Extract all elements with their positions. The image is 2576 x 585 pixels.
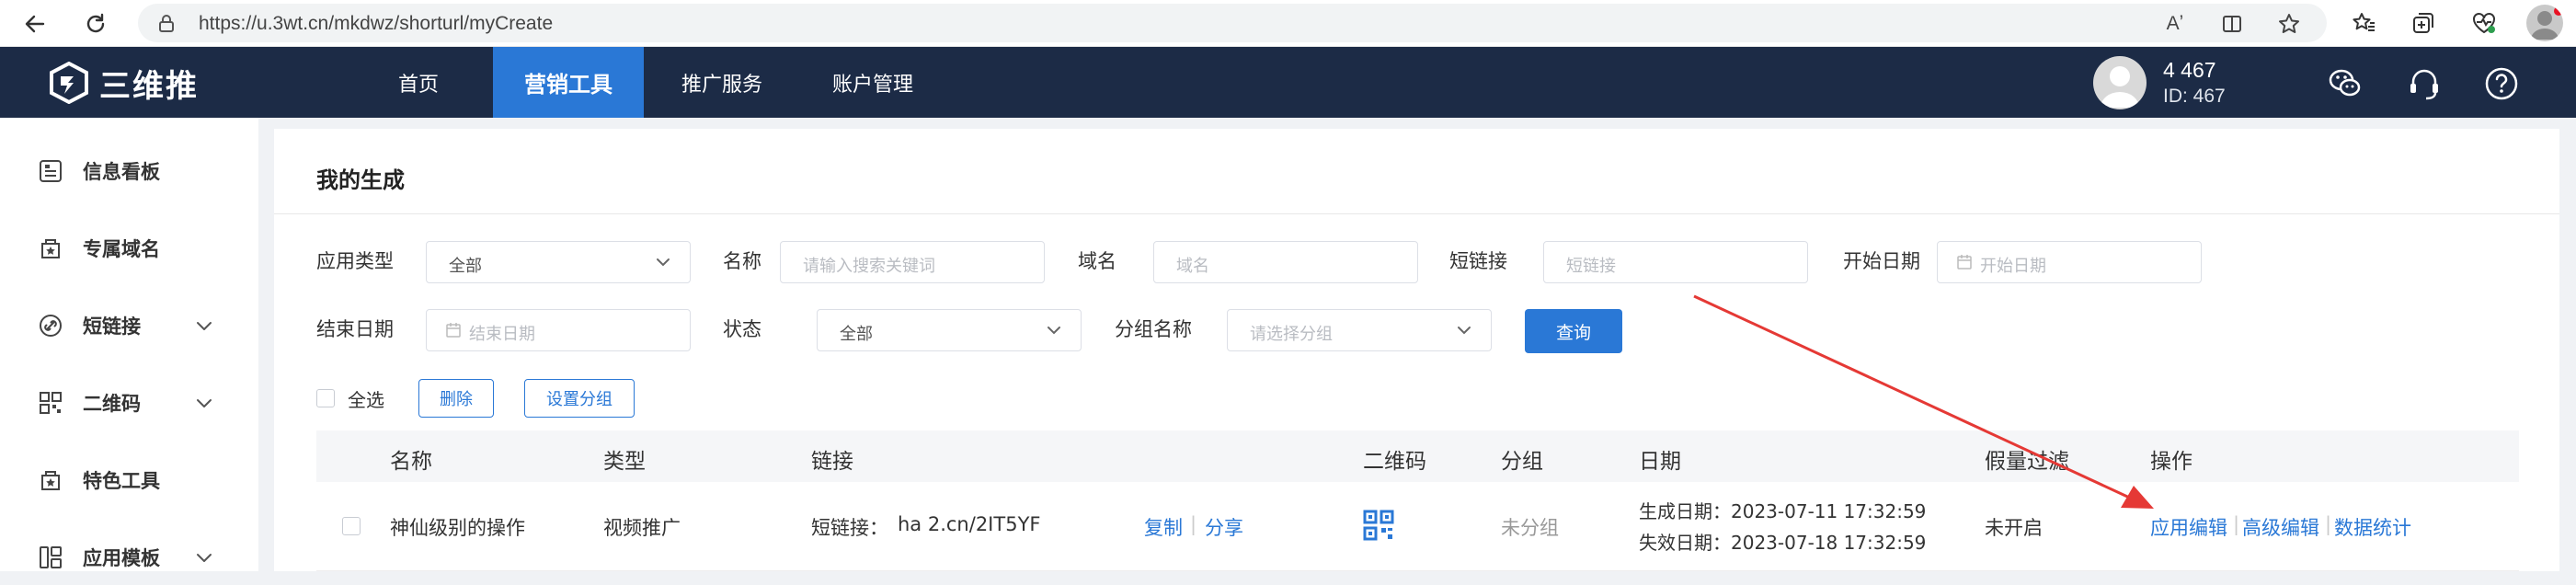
browser-essentials-icon[interactable] (2468, 7, 2500, 39)
logo-mark-icon (50, 62, 88, 104)
sidebar-item-label: 短链接 (83, 315, 141, 338)
advanced-edit-link[interactable]: 高级编辑 (2242, 513, 2319, 541)
copy-link[interactable]: 复制 (1144, 513, 1183, 541)
op-separator: | (2233, 513, 2240, 535)
user-name[interactable]: 4 467 (2163, 58, 2216, 83)
column-header-link: 链接 (811, 450, 853, 474)
table-wrapper: 名称 类型 链接 二维码 分组 日期 假量过滤 操作 神仙级别的操作 视频推广 … (274, 129, 2559, 571)
sidebar-item-app-templates[interactable]: 应用模板 (0, 530, 258, 585)
template-icon (37, 544, 64, 571)
table-header: 名称 类型 链接 二维码 分组 日期 假量过滤 操作 (316, 430, 2519, 482)
user-id: ID: 467 (2163, 86, 2226, 107)
site-logo[interactable]: 三维推 (48, 58, 199, 108)
row-link-prefix: 短链接： (811, 517, 888, 539)
column-header-group: 分组 (1501, 450, 1543, 474)
browser-toolbar: https://u.3wt.cn/mkdwz/shorturl/myCreate… (0, 0, 2576, 47)
row-fake-traffic-filter: 未开启 (1985, 517, 2043, 539)
sidebar-item-dashboard[interactable]: 信息看板 (0, 143, 258, 199)
logo-text: 三维推 (99, 67, 199, 105)
lock-icon[interactable] (156, 13, 177, 33)
nav-promotion-services[interactable]: 推广服务 (662, 47, 782, 118)
favorites-list-icon[interactable] (2348, 7, 2379, 39)
qrcode-icon[interactable] (1363, 510, 1394, 545)
dashboard-icon (37, 157, 64, 185)
app-edit-link[interactable]: 应用编辑 (2150, 513, 2227, 541)
back-icon[interactable] (18, 7, 52, 40)
column-header-type: 类型 (603, 450, 646, 474)
chevron-down-icon[interactable] (193, 392, 215, 414)
nav-marketing-tools[interactable]: 营销工具 (493, 47, 644, 118)
user-avatar[interactable] (2093, 56, 2147, 109)
table-row[interactable]: 神仙级别的操作 视频推广 短链接： ha 2.cn/2IT5YF 复制 | 分享… (316, 484, 2519, 571)
chevron-down-icon[interactable] (193, 546, 215, 568)
column-header-name: 名称 (390, 450, 432, 474)
address-bar[interactable]: https://u.3wt.cn/mkdwz/shorturl/myCreate… (138, 4, 2327, 42)
sidebar-item-label: 应用模板 (83, 547, 160, 569)
chevron-down-icon[interactable] (193, 315, 215, 337)
row-name: 神仙级别的操作 (390, 517, 525, 539)
sidebar-item-label: 信息看板 (83, 161, 160, 183)
row-expire-date: 失效日期：2023-07-18 17:32:59 (1639, 532, 1927, 554)
nav-account-management[interactable]: 账户管理 (813, 47, 933, 118)
row-created-date: 生成日期：2023-07-11 17:32:59 (1639, 500, 1927, 522)
sidebar-item-qrcode[interactable]: 二维码 (0, 375, 258, 430)
share-link[interactable]: 分享 (1205, 513, 1243, 541)
domain-star-icon (37, 235, 64, 262)
sidebar-item-short-link[interactable]: 短链接 (0, 298, 258, 353)
column-header-fake-traffic-filter: 假量过滤 (1985, 450, 2069, 474)
wechat-icon[interactable] (2327, 65, 2364, 102)
refresh-icon[interactable] (79, 7, 112, 40)
row-short-link[interactable]: ha 2.cn/2IT5YF (898, 513, 1040, 535)
op-separator: | (2325, 513, 2332, 535)
reader-view-icon[interactable] (2218, 10, 2246, 38)
row-checkbox[interactable] (342, 517, 361, 535)
favorite-star-icon[interactable] (2275, 10, 2303, 38)
row-group: 未分组 (1501, 517, 1559, 539)
url-text[interactable]: https://u.3wt.cn/mkdwz/shorturl/myCreate (199, 13, 553, 35)
link-separator: | (1190, 513, 1197, 535)
column-header-operations: 操作 (2150, 450, 2192, 474)
sidebar-item-label: 专属域名 (83, 238, 160, 260)
nav-home[interactable]: 首页 (368, 47, 469, 118)
sidebar-item-custom-domain[interactable]: 专属域名 (0, 221, 258, 276)
qrcode-icon (37, 389, 64, 417)
sidebar: 信息看板 专属域名 短链接 二维码 特色工具 应用模板 (0, 118, 258, 571)
sidebar-item-special-tools[interactable]: 特色工具 (0, 453, 258, 508)
column-header-qrcode: 二维码 (1363, 450, 1426, 474)
sidebar-item-label: 二维码 (83, 393, 141, 415)
row-type: 视频推广 (603, 517, 681, 539)
link-icon (37, 312, 64, 339)
sidebar-item-label: 特色工具 (83, 470, 160, 492)
column-header-date: 日期 (1639, 450, 1681, 474)
tools-star-icon (37, 466, 64, 494)
data-stats-link[interactable]: 数据统计 (2334, 513, 2411, 541)
collections-icon[interactable] (2408, 7, 2439, 39)
site-header: 三维推 首页 营销工具 推广服务 账户管理 4 467 ID: 467 (0, 47, 2576, 118)
help-icon[interactable] (2483, 65, 2520, 102)
read-aloud-icon[interactable]: Aʼ (2161, 10, 2189, 38)
customer-service-icon[interactable] (2406, 65, 2443, 102)
browser-profile-avatar[interactable] (2526, 5, 2563, 41)
